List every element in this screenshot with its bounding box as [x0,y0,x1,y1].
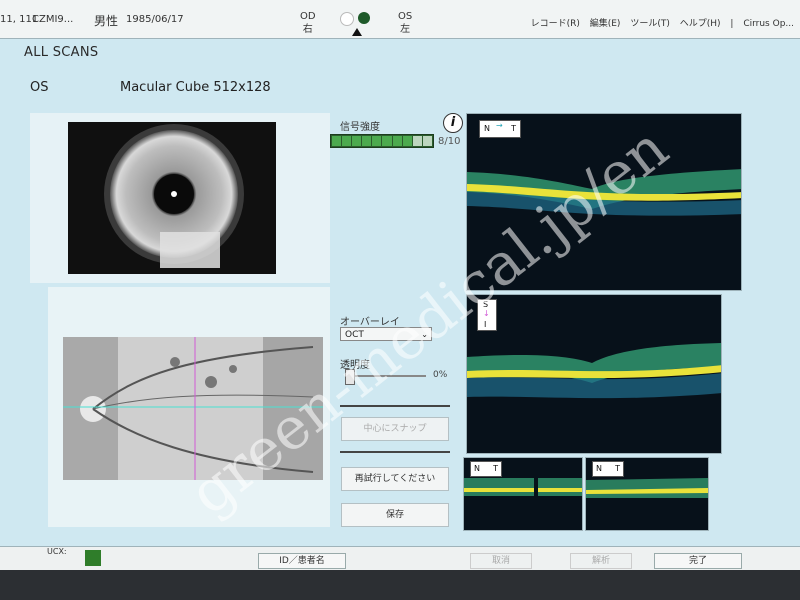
eye-os-button[interactable]: OS 左 [398,10,412,36]
menu-help[interactable]: ヘルプ(H) [680,19,721,29]
patient-name: CZMI9... [32,14,74,25]
oct-orientation-tag: N T [592,461,624,477]
transparency-slider-thumb[interactable] [345,369,355,385]
od-dot-icon [340,12,354,26]
status-indicator [85,550,101,566]
signal-strength-value: 8/10 [438,136,461,147]
signal-strength-label: 信号強度 [340,122,380,133]
tag-t: T [493,464,498,473]
analyze-button[interactable]: 解析 [570,553,632,569]
screen: 11, 111 CZMI9... 男性 1985/06/17 OD 右 OS 左… [0,0,800,571]
signal-segment [402,136,412,146]
finish-button[interactable]: 完了 [654,553,742,569]
oct-horizontal-scan[interactable]: N → T [466,113,742,291]
oct-orientation-tag: S ↓ I [477,299,497,331]
signal-segment [332,136,342,146]
rescan-button[interactable]: 再試行してください [341,467,449,491]
patient-id-button[interactable]: ID／患者名 [258,553,346,569]
oct-thumbnail-right[interactable]: N T [585,457,709,531]
scan-title: Macular Cube 512x128 [120,80,271,95]
arrow-right-icon: → [496,121,503,130]
oct-orientation-tag: N → T [479,120,521,138]
overlay-label: オーバーレイ [340,317,400,328]
signal-segment [342,136,352,146]
menu-bar: レコード(R) 編集(E) ツール(T) ヘルプ(H) | Cirrus Op.… [524,16,794,29]
cancel-button[interactable]: 取消 [470,553,532,569]
menu-tools[interactable]: ツール(T) [630,19,670,29]
signal-segment [372,136,382,146]
eye-od-kanji: 右 [302,24,313,35]
tag-i: I [484,320,487,329]
oct-thumbnail-left[interactable]: N T [463,457,583,531]
top-bar: 11, 111 CZMI9... 男性 1985/06/17 OD 右 OS 左… [0,0,800,39]
section-title: ALL SCANS [24,45,99,60]
tag-t: T [615,464,620,473]
arrow-down-icon: ↓ [483,309,490,318]
oct-orientation-tag: N T [470,461,502,477]
eye-os-label: OS [398,11,413,22]
eye-od-label: OD [300,11,316,22]
patient-sex: 男性 [94,14,119,28]
transparency-slider-track[interactable] [350,375,426,377]
tag-n: N [474,464,480,473]
menu-app-title: Cirrus Op... [743,19,794,29]
fundus-image [63,337,323,480]
info-icon[interactable]: i [443,113,463,133]
divider [340,451,450,453]
signal-segment [352,136,362,146]
signal-segment [382,136,392,146]
triangle-up-icon [352,28,362,36]
snap-center-button[interactable]: 中心にスナップ [341,417,449,441]
chevron-down-icon: ⌄ [421,330,428,339]
signal-segment [412,136,422,146]
overlay-selected: OCT [345,330,364,340]
patient-dob: 1985/06/17 [126,14,184,25]
divider [340,405,450,407]
menu-record[interactable]: レコード(R) [531,19,580,29]
menu-separator: | [730,19,734,29]
transparency-value: 0% [433,370,448,380]
overlay-select[interactable]: OCT ⌄ [340,327,432,341]
eye-label: OS [30,80,49,95]
signal-segment [362,136,372,146]
save-button[interactable]: 保存 [341,503,449,527]
menu-edit[interactable]: 編集(E) [590,19,621,29]
tag-n: N [484,124,490,133]
eye-os-kanji: 左 [400,24,411,35]
signal-segment [392,136,402,146]
ucx-label: UCX: [47,547,67,556]
signal-strength-bar [330,134,434,148]
tag-n: N [596,464,602,473]
monitor-bezel [0,570,800,600]
os-dot-icon [358,12,370,24]
tag-t: T [511,124,516,133]
eye-toggle[interactable] [340,12,372,36]
oct-vertical-scan[interactable]: S ↓ I [466,294,722,454]
eye-od-button[interactable]: OD 右 [300,10,316,36]
iris-image [68,122,276,274]
bottom-bar: UCX: ID／患者名 取消 解析 完了 [0,546,800,571]
signal-segment [422,136,432,146]
